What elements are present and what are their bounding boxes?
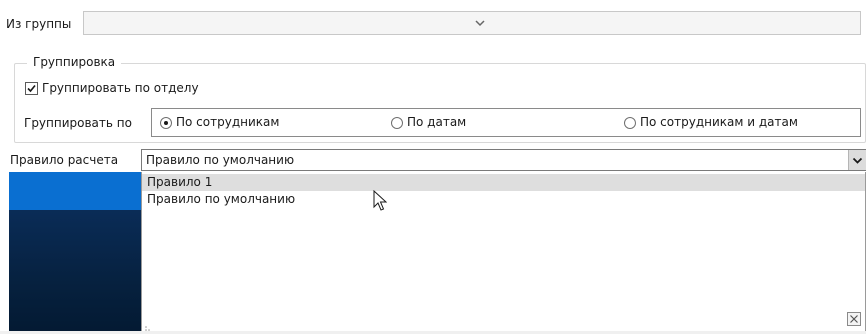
close-icon[interactable]: [847, 312, 861, 326]
selected-row-highlight: [9, 172, 141, 210]
list-item[interactable]: Правило по умолчанию: [142, 191, 865, 208]
calc-rule-dropdown-list: Правило 1 Правило по умолчанию: [141, 172, 866, 331]
calc-rule-combobox[interactable]: Правило по умолчанию: [141, 149, 866, 171]
list-item[interactable]: Правило 1: [142, 174, 865, 191]
from-group-combobox[interactable]: [83, 11, 861, 35]
mouse-pointer-icon: [373, 189, 388, 215]
chevron-down-icon: [852, 155, 863, 169]
radio-by-dates-label: По датам: [407, 115, 467, 129]
background-window: [0, 172, 141, 331]
group-by-department-label: Группировать по отделу: [42, 81, 199, 95]
chevron-down-icon: [475, 17, 485, 31]
radio-by-dates[interactable]: [391, 117, 403, 129]
resize-grip-icon[interactable]: [145, 320, 153, 334]
calc-rule-label: Правило расчета: [10, 153, 119, 167]
radio-by-employees[interactable]: [160, 117, 172, 129]
radio-by-employees-and-dates-label: По сотрудникам и датам: [640, 115, 798, 129]
group-by-label: Группировать по: [24, 116, 132, 130]
radio-by-employees-label: По сотрудникам: [176, 115, 280, 129]
radio-by-employees-and-dates[interactable]: [624, 117, 636, 129]
calc-rule-dropdown-button[interactable]: [848, 150, 866, 170]
dark-background: [9, 210, 141, 331]
calc-rule-value: Правило по умолчанию: [146, 153, 295, 167]
from-group-label: Из группы: [6, 17, 72, 31]
grouping-legend: Группировка: [27, 55, 122, 69]
group-by-department-checkbox[interactable]: [25, 82, 38, 95]
